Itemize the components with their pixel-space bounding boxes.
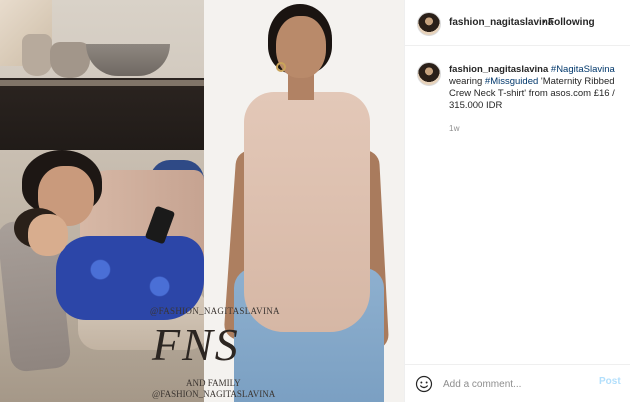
following-button[interactable]: Following	[548, 17, 595, 28]
post-button[interactable]: Post	[599, 376, 621, 387]
caption-username[interactable]: fashion_nagitaslavina	[449, 64, 548, 75]
caption-text-1: wearing	[449, 76, 483, 87]
post-side-panel: fashion_nagitaslavina • Following fashio…	[404, 0, 630, 402]
instagram-post: @FASHION_NAGITASLAVINA FNS AND FAMILY @F…	[0, 0, 630, 402]
caption-mention-link[interactable]: #NagitaSlavina	[551, 64, 615, 75]
post-timestamp[interactable]: 1w	[449, 124, 460, 133]
header-separator: •	[542, 17, 546, 28]
header-username[interactable]: fashion_nagitaslavina	[449, 17, 553, 28]
avatar[interactable]	[417, 12, 441, 36]
caption-comment: fashion_nagitaslavina #NagitaSlavina wea…	[405, 46, 630, 356]
watermark-logo: FNS	[152, 319, 240, 370]
add-comment-bar: Post	[405, 364, 630, 402]
watermark-handle-top: @FASHION_NAGITASLAVINA	[150, 306, 280, 316]
post-media[interactable]: @FASHION_NAGITASLAVINA FNS AND FAMILY @F…	[0, 0, 404, 402]
comment-input[interactable]	[443, 376, 583, 392]
avatar[interactable]	[417, 62, 441, 86]
post-header: fashion_nagitaslavina • Following	[405, 0, 630, 46]
watermark-handle-bottom: @FASHION_NAGITASLAVINA	[152, 389, 276, 399]
smile-icon[interactable]	[415, 375, 433, 393]
caption-text: fashion_nagitaslavina #NagitaSlavina wea…	[449, 64, 619, 112]
caption-hashtag-link[interactable]: #Missguided	[485, 76, 538, 87]
watermark-subtitle: AND FAMILY	[186, 378, 241, 388]
